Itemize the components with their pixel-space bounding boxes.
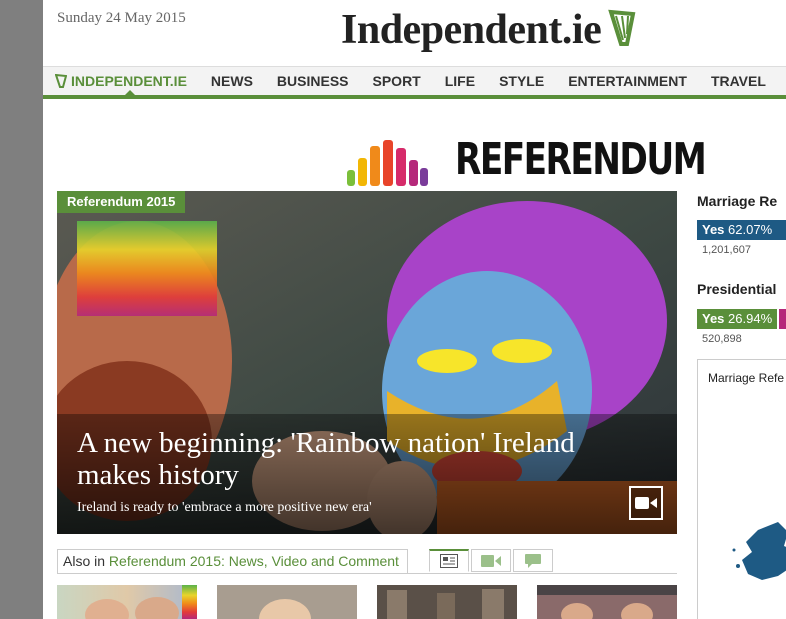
nav-item-independent[interactable]: INDEPENDENT.IE	[55, 73, 187, 89]
map-box-label: Marriage Refe	[708, 371, 785, 385]
tab-video[interactable]	[471, 549, 511, 572]
also-in-link[interactable]: Referendum 2015: News, Video and Comment	[109, 553, 399, 569]
hero-headline[interactable]: A new beginning: 'Rainbow nation' Irelan…	[77, 427, 597, 491]
also-in-bar: Also in Referendum 2015: News, Video and…	[57, 549, 677, 574]
thumbnail-image	[537, 585, 677, 619]
harp-icon	[607, 8, 637, 53]
hero-subhead: Ireland is ready to 'embrace a more posi…	[77, 500, 372, 515]
tab-articles[interactable]	[429, 549, 469, 572]
nav-item-business[interactable]: BUSINESS	[277, 73, 349, 89]
nav-item-sport[interactable]: SPORT	[373, 73, 421, 89]
presidential-yes-count: 520,898	[702, 333, 742, 345]
logo-text: Independent.ie	[341, 7, 602, 53]
presidential-yes-bar: Yes 26.94%	[697, 309, 777, 329]
hero-category-tag[interactable]: Referendum 2015	[57, 191, 186, 213]
story-thumbnail[interactable]	[537, 585, 677, 619]
thumbnail-image	[85, 585, 197, 619]
nav-active-marker	[125, 90, 135, 95]
tab-comment[interactable]	[513, 549, 553, 572]
results-map-box[interactable]: Marriage Refe	[697, 359, 786, 619]
presidential-results-title[interactable]: Presidential	[697, 281, 776, 297]
masthead-date: Sunday 24 May 2015	[57, 10, 186, 26]
also-in-prefix: Also in	[63, 553, 106, 569]
ireland-map	[732, 522, 786, 580]
video-button[interactable]	[629, 486, 663, 520]
site-logo[interactable]: Independent.ie	[341, 4, 637, 56]
video-icon	[481, 554, 501, 567]
thumbnail-image	[377, 585, 517, 619]
thumbnail-image	[217, 585, 357, 619]
marriage-results-title[interactable]: Marriage Re	[697, 193, 777, 209]
presidential-yes-pct: 26.94%	[728, 311, 773, 326]
browser-gutter	[0, 0, 43, 619]
nav-item-travel[interactable]: TRAVEL	[711, 73, 766, 89]
marriage-yes-label: Yes	[702, 222, 729, 237]
story-thumbnail[interactable]	[57, 585, 197, 619]
story-thumbnail[interactable]	[217, 585, 357, 619]
presidential-yes-label: Yes	[702, 311, 729, 326]
marriage-yes-count: 1,201,607	[702, 244, 751, 256]
video-camera-icon	[635, 497, 657, 509]
also-in-label: Also in Referendum 2015: News, Video and…	[57, 549, 408, 573]
articles-icon	[440, 554, 458, 568]
story-thumbnail[interactable]	[377, 585, 517, 619]
harp-small-icon	[55, 74, 67, 88]
presidential-no-bar	[779, 309, 786, 329]
nav-item-news[interactable]: NEWS	[211, 73, 253, 89]
marriage-yes-bar: Yes 62.07%	[697, 220, 786, 240]
nav-item-life[interactable]: LIFE	[445, 73, 475, 89]
rainbow-hands-icon	[343, 138, 429, 193]
marriage-yes-pct: 62.07%	[728, 222, 773, 237]
nav-item-label: INDEPENDENT.IE	[71, 73, 187, 89]
nav-item-style[interactable]: STYLE	[499, 73, 544, 89]
comment-icon	[525, 553, 541, 568]
main-nav: INDEPENDENT.IE NEWS BUSINESS SPORT LIFE …	[43, 66, 786, 99]
nav-item-entertainment[interactable]: ENTERTAINMENT	[568, 73, 687, 89]
page: Sunday 24 May 2015 Independent.ie INDEPE…	[43, 0, 786, 619]
hero-story[interactable]: Referendum 2015 A new beginning: 'Rainbo…	[57, 191, 677, 534]
